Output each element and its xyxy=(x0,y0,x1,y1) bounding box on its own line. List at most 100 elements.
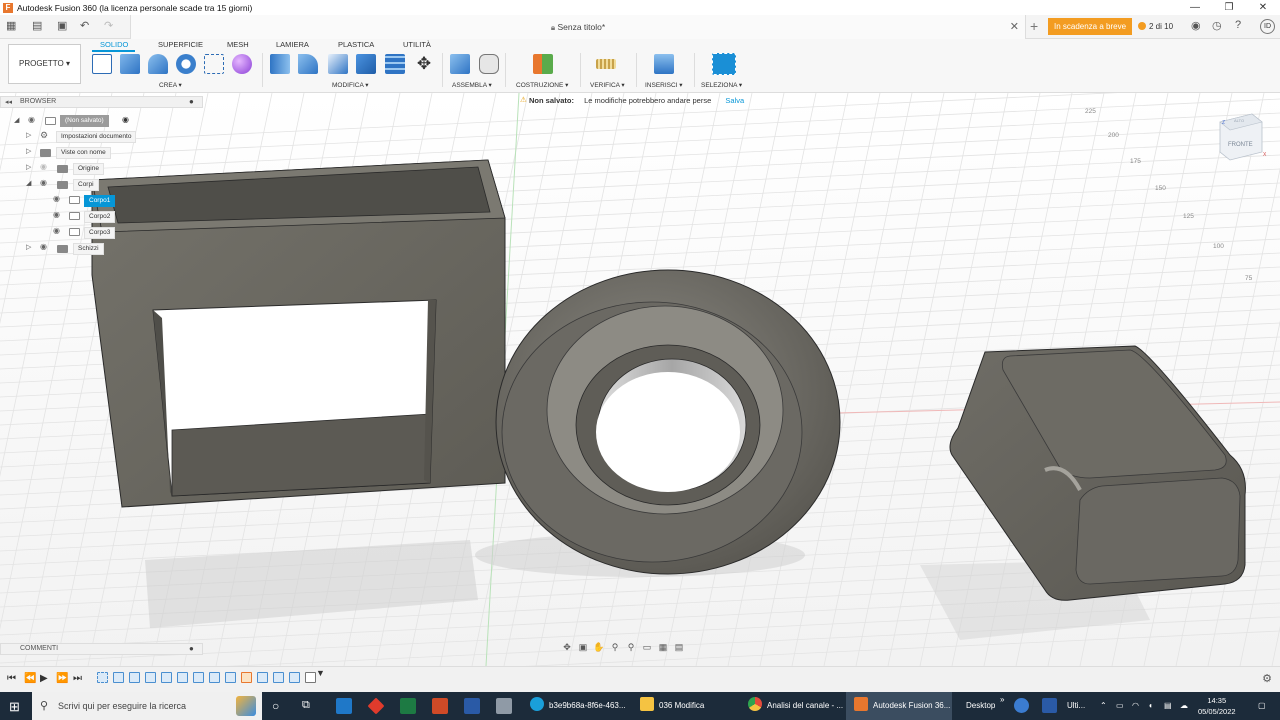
word-tray-icon[interactable] xyxy=(1042,698,1057,713)
pattern-icon[interactable] xyxy=(204,54,224,74)
combine-icon[interactable] xyxy=(356,54,376,74)
group-assembla[interactable]: ASSEMBLA ▾ xyxy=(452,81,492,89)
measure-icon[interactable] xyxy=(596,59,616,69)
taskbar-search[interactable]: ⚲ Scrivi qui per eseguire la ricerca xyxy=(32,692,262,720)
word-icon[interactable] xyxy=(464,698,480,714)
timeline-marker-icon[interactable]: ▼ xyxy=(316,668,325,678)
timeline-feature[interactable] xyxy=(273,672,284,683)
expand-triangle-icon[interactable]: ▷ xyxy=(26,147,31,155)
tray-label[interactable]: Ulti... xyxy=(1067,692,1085,720)
taskbar-clock[interactable]: 14:35 05/05/2022 xyxy=(1198,695,1236,717)
browser-tray-icon[interactable] xyxy=(1014,698,1029,713)
activate-radio-icon[interactable]: ◉ xyxy=(122,115,129,124)
fit-icon[interactable]: ⚲ xyxy=(624,642,638,655)
tree-item-document-settings[interactable]: Impostazioni documento xyxy=(56,131,137,143)
visibility-eye-icon[interactable]: ◉ xyxy=(53,194,60,203)
close-tab-icon[interactable]: ✕ xyxy=(1010,20,1019,33)
viewports-icon[interactable]: ▤ xyxy=(672,642,686,655)
timeline-feature-fillet[interactable] xyxy=(241,672,252,683)
pan-icon[interactable]: ✋ xyxy=(592,642,606,655)
shell-icon[interactable] xyxy=(328,54,348,74)
group-modifica[interactable]: MODIFICA ▾ xyxy=(332,81,369,89)
play-icon[interactable]: ▶ xyxy=(40,673,48,684)
split-body-icon[interactable] xyxy=(385,54,405,74)
app-grey-icon[interactable] xyxy=(496,698,512,714)
desktop-toolbar[interactable]: Desktop xyxy=(966,692,995,720)
insert-image-icon[interactable] xyxy=(654,54,674,74)
toolbar-expand-icon[interactable]: » xyxy=(1000,686,1004,714)
tab-superficie[interactable]: SUPERFICIE xyxy=(158,40,203,49)
restore-icon[interactable]: ❐ xyxy=(1212,0,1246,15)
visibility-eye-icon[interactable]: ◉ xyxy=(40,178,47,187)
go-to-end-icon[interactable]: ⏭ xyxy=(73,673,82,684)
mail-icon[interactable] xyxy=(336,698,352,714)
taskbar-app-explorer[interactable]: 036 Modifica xyxy=(632,692,736,720)
comments-panel[interactable]: COMMENTI ● xyxy=(0,643,203,655)
timeline-feature[interactable] xyxy=(225,672,236,683)
extensions-icon[interactable]: ◉ xyxy=(1191,19,1201,32)
timeline-feature[interactable] xyxy=(257,672,268,683)
tree-item-corpo1[interactable]: Corpo1 xyxy=(84,195,116,207)
revolve-icon[interactable] xyxy=(148,54,168,74)
visibility-eye-icon[interactable]: ◉ xyxy=(28,115,35,124)
press-pull-icon[interactable] xyxy=(270,54,290,74)
expand-triangle-icon[interactable]: ▷ xyxy=(26,163,31,171)
group-verifica[interactable]: VERIFICA ▾ xyxy=(590,81,625,89)
visibility-eye-icon[interactable]: ◉ xyxy=(40,242,47,251)
cortana-icon[interactable]: ○ xyxy=(272,699,279,713)
tree-item-origin[interactable]: Origine xyxy=(73,163,104,175)
timeline-settings-icon[interactable]: ⚙ xyxy=(1262,672,1272,685)
look-at-icon[interactable]: ▣ xyxy=(576,642,590,655)
tree-item-bodies[interactable]: Corpi xyxy=(73,179,99,191)
tab-utilita[interactable]: UTILITÀ xyxy=(403,40,431,49)
timeline-feature-sketch[interactable] xyxy=(97,672,108,683)
help-icon[interactable]: ? xyxy=(1235,19,1241,31)
tab-lamiera[interactable]: LAMIERA xyxy=(276,40,309,49)
new-component-icon[interactable] xyxy=(450,54,470,74)
group-seleziona[interactable]: SELEZIONA ▾ xyxy=(701,81,742,89)
grid-menu-icon[interactable]: ▦ xyxy=(6,19,16,32)
tree-item-sketches[interactable]: Schizzi xyxy=(73,243,104,255)
close-icon[interactable]: ✕ xyxy=(1246,0,1280,15)
app-red-icon[interactable] xyxy=(367,697,385,715)
network-icon[interactable]: ▭ xyxy=(1116,692,1124,720)
wifi-icon[interactable]: ◠ xyxy=(1132,692,1139,720)
form-icon[interactable] xyxy=(232,54,252,74)
show-hidden-icons[interactable]: ⌃ xyxy=(1100,692,1107,720)
tree-item-named-views[interactable]: Viste con nome xyxy=(56,147,111,159)
collapse-panel-icon[interactable]: ◂◂ xyxy=(5,98,12,106)
redo-icon[interactable]: ↷ xyxy=(104,19,113,32)
group-crea[interactable]: CREA ▾ xyxy=(159,81,182,89)
hole-icon[interactable] xyxy=(176,54,196,74)
notifications-icon[interactable]: ◷ xyxy=(1212,19,1222,32)
taskbar-app-fusion[interactable]: Autodesk Fusion 36... xyxy=(846,692,952,720)
save-link[interactable]: Salva xyxy=(725,96,744,105)
visibility-eye-icon[interactable]: ◉ xyxy=(53,210,60,219)
timeline-feature-shell[interactable] xyxy=(305,672,316,683)
avatar[interactable]: ID xyxy=(1260,19,1275,34)
move-icon[interactable]: ✥ xyxy=(414,54,434,74)
expiry-button[interactable]: In scadenza a breve xyxy=(1048,18,1132,35)
task-view-icon[interactable]: ⧉ xyxy=(302,699,310,712)
offset-plane-icon[interactable] xyxy=(533,54,553,74)
taskbar-app-chrome[interactable]: Analisi del canale - ... xyxy=(740,692,844,720)
zoom-icon[interactable]: ⚲ xyxy=(608,642,622,655)
windows-start-icon[interactable]: ⊞ xyxy=(9,699,20,715)
timeline-feature[interactable] xyxy=(145,672,156,683)
browser-toggle-icon[interactable]: ● xyxy=(189,97,194,106)
jobs-status[interactable]: 2 di 10 xyxy=(1138,18,1173,35)
timeline-feature[interactable] xyxy=(177,672,188,683)
visibility-eye-icon[interactable]: ◉ xyxy=(40,162,47,171)
timeline-feature[interactable] xyxy=(161,672,172,683)
new-tab-icon[interactable]: + xyxy=(1030,18,1038,34)
visibility-eye-icon[interactable]: ◉ xyxy=(53,226,60,235)
orbit-icon[interactable]: ✥ xyxy=(560,642,574,655)
go-to-start-icon[interactable]: ⏮ xyxy=(7,673,16,684)
group-inserisci[interactable]: INSERISCI ▾ xyxy=(645,81,683,89)
timeline-feature[interactable] xyxy=(193,672,204,683)
body-corpo1[interactable] xyxy=(91,159,506,508)
onedrive-icon[interactable]: ☁ xyxy=(1180,692,1188,720)
timeline-feature[interactable] xyxy=(209,672,220,683)
tab-mesh[interactable]: MESH xyxy=(227,40,249,49)
tree-item-corpo3[interactable]: Corpo3 xyxy=(84,227,116,239)
